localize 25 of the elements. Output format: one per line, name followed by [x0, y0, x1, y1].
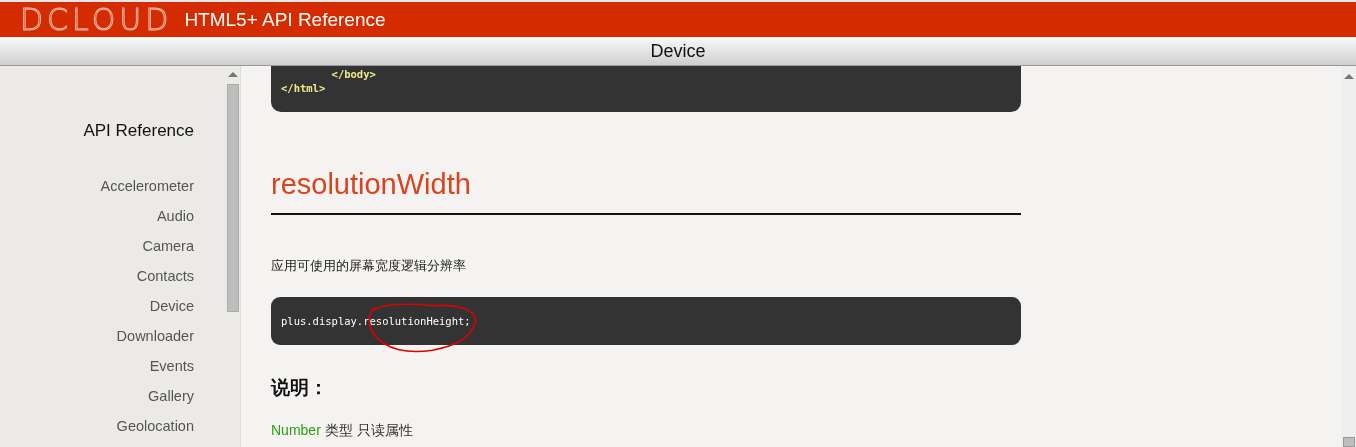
page-title: Device [650, 40, 706, 62]
sidebar-item[interactable]: Device [149, 291, 194, 321]
sidebar-item[interactable]: Geolocation [116, 411, 194, 441]
app-title: HTML5+ API Reference [184, 8, 386, 31]
type-name: Number [271, 422, 321, 438]
logo: DCLOUD [20, 4, 173, 35]
scroll-up-icon[interactable] [1343, 74, 1354, 79]
sidebar-item[interactable]: Accelerometer [100, 171, 194, 201]
code-line: </html> [281, 81, 327, 95]
scrollbar[interactable] [1341, 66, 1356, 447]
type-text: 类型 只读属性 [324, 422, 413, 438]
sidebar-item[interactable]: Camera [142, 231, 194, 261]
scroll-up-icon[interactable] [228, 72, 238, 77]
description-text: 应用可使用的屏幕宽度逻辑分辨率 [271, 257, 467, 275]
sidebar-heading: API Reference [83, 121, 194, 141]
section-heading: resolutionWidth [271, 168, 472, 201]
sidebar-item[interactable]: Contacts [136, 261, 194, 291]
scroll-thumb[interactable] [1342, 437, 1355, 447]
scroll-thumb[interactable] [227, 84, 239, 312]
sidebar-item[interactable]: Gallery [148, 381, 194, 411]
code-line: </body> [330, 67, 377, 81]
sidebar-item[interactable]: Events [149, 351, 194, 381]
sidebar-item[interactable]: Downloader [116, 321, 194, 351]
section-heading: 说明： [271, 376, 329, 400]
sidebar-item[interactable]: Audio [156, 201, 194, 231]
